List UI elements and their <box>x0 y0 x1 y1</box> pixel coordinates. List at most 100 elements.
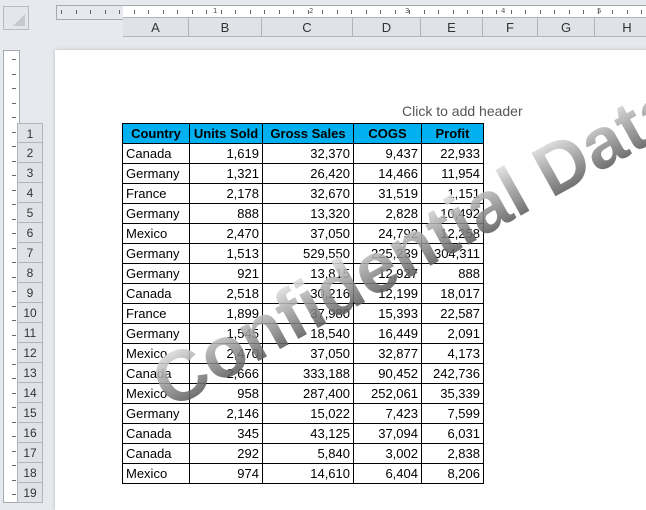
table-cell[interactable]: Canada <box>122 423 190 444</box>
table-header-cell[interactable]: Country <box>122 123 190 144</box>
table-cell[interactable]: 12,258 <box>421 223 484 244</box>
table-cell[interactable]: 974 <box>189 463 263 484</box>
table-cell[interactable]: 2,146 <box>189 403 263 424</box>
table-cell[interactable]: 1,619 <box>189 143 263 164</box>
table-cell[interactable]: 287,400 <box>262 383 354 404</box>
table-cell[interactable]: 9,437 <box>353 143 422 164</box>
table-cell[interactable]: 22,587 <box>421 303 484 324</box>
table-cell[interactable]: 22,933 <box>421 143 484 164</box>
add-header-placeholder[interactable]: Click to add header <box>402 103 523 119</box>
table-cell[interactable]: 1,545 <box>189 323 263 344</box>
table-cell[interactable]: 14,466 <box>353 163 422 184</box>
table-header-cell[interactable]: Units Sold <box>189 123 263 144</box>
table-cell[interactable]: 345 <box>189 423 263 444</box>
table-cell[interactable]: 24,792 <box>353 223 422 244</box>
table-cell[interactable]: 8,206 <box>421 463 484 484</box>
table-cell[interactable]: Germany <box>122 263 190 284</box>
table-cell[interactable]: 18,540 <box>262 323 354 344</box>
table-cell[interactable]: 37,980 <box>262 303 354 324</box>
row-header-4[interactable]: 4 <box>17 183 43 203</box>
row-header-18[interactable]: 18 <box>17 463 43 483</box>
row-header-2[interactable]: 2 <box>17 143 43 163</box>
table-cell[interactable]: Mexico <box>122 343 190 364</box>
select-all-button[interactable] <box>3 6 29 30</box>
row-header-5[interactable]: 5 <box>17 203 43 223</box>
table-cell[interactable]: 6,404 <box>353 463 422 484</box>
column-header-B[interactable]: B <box>189 17 262 37</box>
table-cell[interactable]: 529,550 <box>262 243 354 264</box>
table-cell[interactable]: 2,178 <box>189 183 263 204</box>
table-cell[interactable]: 958 <box>189 383 263 404</box>
table-cell[interactable]: 1,151 <box>421 183 484 204</box>
table-cell[interactable]: 2,470 <box>189 343 263 364</box>
table-cell[interactable]: 12,199 <box>353 283 422 304</box>
table-cell[interactable]: France <box>122 303 190 324</box>
row-header-17[interactable]: 17 <box>17 443 43 463</box>
row-header-16[interactable]: 16 <box>17 423 43 443</box>
table-header-cell[interactable]: COGS <box>353 123 422 144</box>
table-cell[interactable]: 32,670 <box>262 183 354 204</box>
table-cell[interactable]: 43,125 <box>262 423 354 444</box>
table-header-cell[interactable]: Profit <box>421 123 484 144</box>
column-header-A[interactable]: A <box>123 17 189 37</box>
table-cell[interactable]: 252,061 <box>353 383 422 404</box>
table-cell[interactable]: Mexico <box>122 383 190 404</box>
table-cell[interactable]: 32,370 <box>262 143 354 164</box>
table-cell[interactable]: France <box>122 183 190 204</box>
table-cell[interactable]: Mexico <box>122 463 190 484</box>
table-cell[interactable]: Germany <box>122 323 190 344</box>
table-cell[interactable]: Germany <box>122 203 190 224</box>
table-cell[interactable]: 7,599 <box>421 403 484 424</box>
table-cell[interactable]: 2,091 <box>421 323 484 344</box>
table-cell[interactable]: 26,420 <box>262 163 354 184</box>
table-cell[interactable]: Canada <box>122 363 190 384</box>
table-cell[interactable]: 1,513 <box>189 243 263 264</box>
table-cell[interactable]: 32,877 <box>353 343 422 364</box>
table-cell[interactable]: 333,188 <box>262 363 354 384</box>
table-cell[interactable]: Canada <box>122 143 190 164</box>
table-cell[interactable]: 15,393 <box>353 303 422 324</box>
table-cell[interactable]: 2,470 <box>189 223 263 244</box>
table-cell[interactable]: 4,173 <box>421 343 484 364</box>
table-cell[interactable]: 2,666 <box>189 363 263 384</box>
table-cell[interactable]: 37,094 <box>353 423 422 444</box>
table-cell[interactable]: 3,002 <box>353 443 422 464</box>
row-header-3[interactable]: 3 <box>17 163 43 183</box>
table-cell[interactable]: 292 <box>189 443 263 464</box>
row-header-1[interactable]: 1 <box>17 123 43 143</box>
table-cell[interactable]: 1,899 <box>189 303 263 324</box>
table-cell[interactable]: 13,815 <box>262 263 354 284</box>
table-cell[interactable]: Germany <box>122 243 190 264</box>
table-header-cell[interactable]: Gross Sales <box>262 123 354 144</box>
table-cell[interactable]: 90,452 <box>353 363 422 384</box>
table-cell[interactable]: 18,017 <box>421 283 484 304</box>
row-header-8[interactable]: 8 <box>17 263 43 283</box>
table-cell[interactable]: 2,828 <box>353 203 422 224</box>
row-header-9[interactable]: 9 <box>17 283 43 303</box>
row-header-6[interactable]: 6 <box>17 223 43 243</box>
table-cell[interactable]: 888 <box>189 203 263 224</box>
table-cell[interactable]: 35,339 <box>421 383 484 404</box>
row-header-15[interactable]: 15 <box>17 403 43 423</box>
table-cell[interactable]: 6,031 <box>421 423 484 444</box>
table-cell[interactable]: 2,518 <box>189 283 263 304</box>
column-header-G[interactable]: G <box>538 17 595 37</box>
column-header-H[interactable]: H <box>595 17 646 37</box>
table-cell[interactable]: 30,216 <box>262 283 354 304</box>
table-cell[interactable]: Germany <box>122 403 190 424</box>
table-cell[interactable]: 225,239 <box>353 243 422 264</box>
table-cell[interactable]: 921 <box>189 263 263 284</box>
table-cell[interactable]: 15,022 <box>262 403 354 424</box>
table-cell[interactable]: 2,838 <box>421 443 484 464</box>
row-header-12[interactable]: 12 <box>17 343 43 363</box>
table-cell[interactable]: 31,519 <box>353 183 422 204</box>
table-cell[interactable]: 242,736 <box>421 363 484 384</box>
row-header-11[interactable]: 11 <box>17 323 43 343</box>
table-cell[interactable]: 37,050 <box>262 223 354 244</box>
table-cell[interactable]: Mexico <box>122 223 190 244</box>
row-header-7[interactable]: 7 <box>17 243 43 263</box>
column-header-D[interactable]: D <box>353 17 421 37</box>
column-header-F[interactable]: F <box>483 17 538 37</box>
column-header-C[interactable]: C <box>262 17 353 37</box>
table-cell[interactable]: Canada <box>122 283 190 304</box>
